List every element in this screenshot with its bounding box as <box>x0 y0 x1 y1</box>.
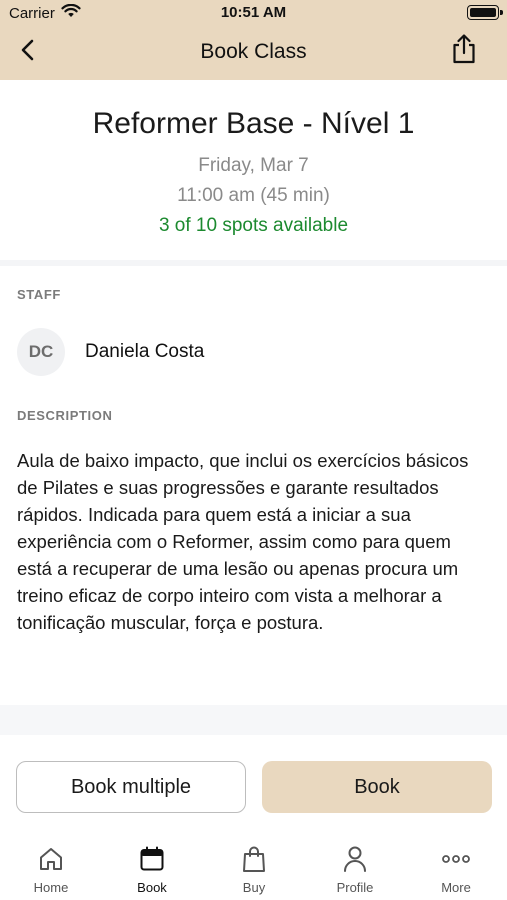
book-multiple-button[interactable]: Book multiple <box>16 761 246 813</box>
status-time: 10:51 AM <box>220 4 287 21</box>
calendar-icon <box>137 844 167 874</box>
share-icon <box>451 33 477 69</box>
class-info: Reformer Base - Nível 1 Friday, Mar 7 11… <box>0 80 507 260</box>
more-dots-icon <box>441 844 471 874</box>
tab-buy[interactable]: Buy <box>214 844 294 900</box>
navigation-bar: Book Class <box>0 28 507 78</box>
tab-label-more: More <box>441 880 471 895</box>
shopping-bag-icon <box>239 844 269 874</box>
booking-actions: Book multiple Book <box>0 735 507 825</box>
class-time: 11:00 am (45 min) <box>177 185 330 206</box>
staff-row[interactable]: DC Daniela Costa <box>17 328 204 376</box>
book-button[interactable]: Book <box>262 761 492 813</box>
staff-section-label: STAFF <box>17 287 61 302</box>
share-button[interactable] <box>447 33 481 69</box>
page-title: Book Class <box>200 40 307 63</box>
battery-icon <box>467 5 503 20</box>
person-icon <box>340 844 370 874</box>
tab-bar: Home Book Buy Profile More <box>0 836 507 900</box>
header: Carrier 10:51 AM Book Class <box>0 0 507 80</box>
tab-label-home: Home <box>33 880 69 895</box>
section-divider <box>0 260 507 266</box>
class-description: Aula de baixo impacto, que inclui os exe… <box>17 450 469 633</box>
tab-profile[interactable]: Profile <box>315 844 395 900</box>
description-section-label: DESCRIPTION <box>17 408 113 423</box>
status-bar: Carrier 10:51 AM <box>0 0 507 26</box>
tab-home[interactable]: Home <box>11 844 91 900</box>
tab-label-buy: Buy <box>242 880 266 895</box>
class-date: Friday, Mar 7 <box>198 155 309 176</box>
tab-more[interactable]: More <box>416 844 496 900</box>
staff-name: Daniela Costa <box>85 341 205 362</box>
footer-separator <box>0 705 507 735</box>
tab-book[interactable]: Book <box>112 844 192 900</box>
home-icon <box>36 844 66 874</box>
class-title: Reformer Base - Nível 1 <box>92 107 415 140</box>
tab-label-book: Book <box>137 880 167 895</box>
tab-label-profile: Profile <box>336 880 374 895</box>
spots-available: 3 of 10 spots available <box>158 215 349 236</box>
avatar: DC <box>17 328 65 376</box>
